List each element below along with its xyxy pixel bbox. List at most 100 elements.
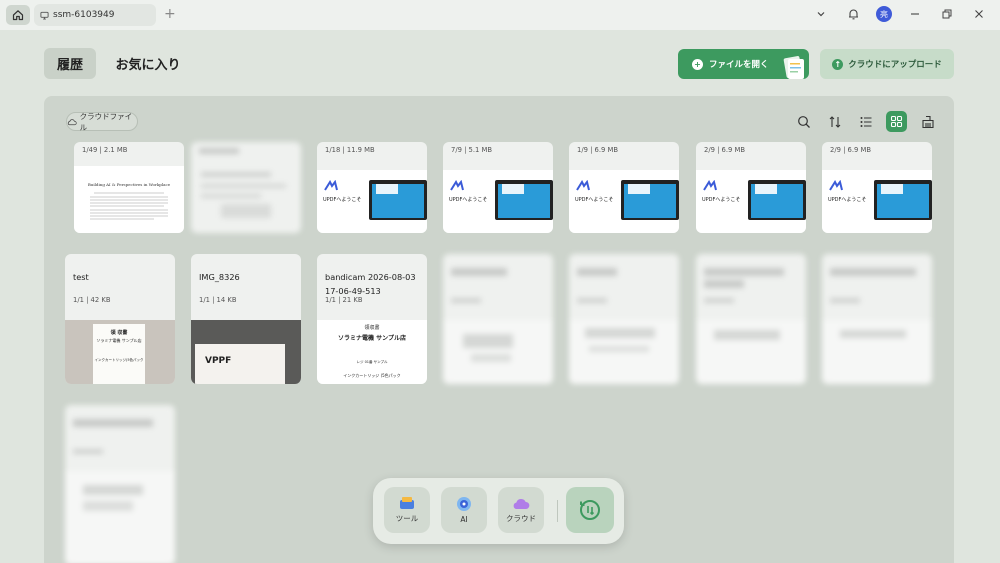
close-button[interactable] [970, 4, 988, 24]
search-button[interactable] [793, 111, 814, 132]
file-meta: 1/1 | 21 KB [325, 296, 363, 304]
file-card-blurred[interactable] [443, 254, 553, 384]
restore-icon [942, 9, 952, 19]
blurred-thumbnail [199, 148, 286, 218]
updf-logo-icon [703, 180, 717, 191]
history-clock-icon [580, 500, 600, 520]
file-name: IMG_8326 [199, 272, 240, 282]
cloud-color-icon [513, 498, 530, 509]
text-lines-icon [90, 192, 168, 220]
file-card[interactable]: IMG_8326 1/1 | 14 KB VPPF [191, 254, 301, 384]
cloud-files-button[interactable]: クラウドファイル [66, 111, 138, 132]
title-bar: ssm-6103949 + 亮 [0, 0, 1000, 30]
file-meta: 1/18 | 11.9 MB [325, 146, 375, 154]
file-meta: 7/9 | 5.1 MB [451, 146, 493, 154]
file-card[interactable]: 2/9 | 6.9 MB UPDFへようこそ [822, 142, 932, 233]
tab-history[interactable]: 履歴 [44, 48, 96, 79]
tab-document[interactable]: ssm-6103949 [34, 4, 156, 26]
dock-ai-label: AI [460, 515, 468, 524]
cloud-files-label: クラウドファイル [79, 111, 133, 132]
updf-thumbnail: UPDFへようこそ [696, 170, 806, 233]
receipt-thumbnail: 領 収書 ソラミナ電機 サンプル店 インクカートリッジ(5色パック [65, 320, 175, 384]
dock-tools-button[interactable]: ツール [384, 487, 430, 533]
close-icon [975, 10, 983, 18]
minimize-icon [911, 13, 919, 15]
file-card[interactable]: 1/49 | 2.1 MB Building AI & Perspectives… [74, 142, 184, 233]
updf-logo-icon [576, 180, 590, 191]
dock-cloud-label: クラウド [506, 513, 536, 523]
file-card[interactable]: bandicam 2026-08-03 17-06-49-513 1/1 | 2… [317, 254, 427, 384]
file-meta: 1/9 | 6.9 MB [577, 146, 619, 154]
cloud-upload-label: クラウドにアップロード [848, 60, 942, 70]
restore-button[interactable] [938, 4, 956, 24]
blurred-thumbnail [443, 268, 553, 384]
file-thumbnail: Building AI & Perspectives in Workplace [74, 166, 184, 233]
blurred-thumbnail [822, 268, 932, 384]
file-card-blurred[interactable] [822, 254, 932, 384]
blurred-thumbnail [569, 268, 679, 384]
sort-button[interactable] [824, 111, 845, 132]
photo-text: VPPF [205, 356, 232, 366]
list-icon [860, 116, 871, 127]
minimize-button[interactable] [906, 4, 924, 24]
file-card[interactable]: 7/9 | 5.1 MB UPDFへようこそ [443, 142, 553, 233]
file-meta: 2/9 | 6.9 MB [704, 146, 746, 154]
receipt-item: インクカートリッジ(5色パック [94, 358, 144, 362]
file-meta: 1/1 | 14 KB [199, 296, 237, 304]
notification-button[interactable] [844, 4, 862, 24]
avatar[interactable]: 亮 [876, 6, 892, 22]
dock-ai-button[interactable]: AI [441, 487, 487, 533]
search-icon [797, 115, 810, 128]
receipt2-line: レジ 01番 サンプル [356, 360, 388, 364]
bottom-dock: ツール AI クラウド [373, 478, 624, 544]
tab-favorites[interactable]: お気に入り [110, 48, 186, 79]
file-meta: 2/9 | 6.9 MB [830, 146, 872, 154]
ai-orb-icon [457, 497, 471, 511]
updf-logo-icon [829, 180, 843, 191]
updf-logo-icon [450, 180, 464, 191]
updf-title: UPDFへようこそ [323, 197, 362, 203]
file-card-blurred[interactable] [696, 254, 806, 384]
updf-title: UPDFへようこそ [828, 197, 867, 203]
open-file-button[interactable]: + ファイルを開く [678, 49, 809, 79]
updf-title: UPDFへようこそ [702, 197, 741, 203]
plus-circle-icon: + [692, 58, 703, 70]
home-button[interactable] [6, 5, 30, 25]
list-view-button[interactable] [855, 111, 876, 132]
cloud-icon [67, 118, 77, 125]
grid-view-button[interactable] [886, 111, 907, 132]
toolbox-icon [400, 497, 414, 509]
dropdown-button[interactable] [812, 4, 830, 24]
file-card[interactable]: 1/9 | 6.9 MB UPDFへようこそ [569, 142, 679, 233]
dock-history-button[interactable] [566, 487, 614, 533]
file-meta: 1/49 | 2.1 MB [82, 146, 128, 154]
updf-thumbnail: UPDFへようこそ [569, 170, 679, 233]
updf-title: UPDFへようこそ [449, 197, 488, 203]
new-tab-button[interactable]: + [164, 6, 176, 22]
sort-icon [829, 115, 840, 128]
file-card[interactable]: test 1/1 | 42 KB 領 収書 ソラミナ電機 サンプル店 インクカー… [65, 254, 175, 384]
receipt2-title: 領収書 [364, 325, 380, 331]
blurred-thumbnail [696, 268, 806, 384]
clear-button[interactable] [917, 111, 938, 132]
file-card[interactable]: 2/9 | 6.9 MB UPDFへようこそ [696, 142, 806, 233]
file-card-blurred[interactable] [65, 405, 175, 563]
updf-thumbnail: UPDFへようこそ [317, 170, 427, 233]
broom-icon [921, 115, 934, 128]
receipt2-thumbnail: 領収書 ソラミナ電機 サンプル店 レジ 01番 サンプル インクカートリッジ (… [317, 320, 427, 384]
file-card-blurred[interactable] [569, 254, 679, 384]
file-card-blurred[interactable] [191, 142, 301, 233]
file-name: bandicam 2026-08-03 17-06-49-513 [325, 272, 416, 296]
home-icon [12, 10, 24, 21]
receipt-title: 領 収書 [110, 330, 128, 336]
grid-icon [890, 115, 903, 128]
cloud-upload-button[interactable]: ↑ クラウドにアップロード [820, 49, 954, 79]
file-name: test [73, 272, 89, 282]
open-file-label: ファイルを開く [709, 60, 769, 70]
upload-arrow-icon: ↑ [832, 58, 844, 70]
chevron-down-icon [817, 12, 825, 17]
file-meta: 1/1 | 42 KB [73, 296, 111, 304]
file-card[interactable]: 1/18 | 11.9 MB UPDFへようこそ [317, 142, 427, 233]
dock-cloud-button[interactable]: クラウド [498, 487, 544, 533]
receipt2-store: ソラミナ電機 サンプル店 [338, 335, 406, 342]
